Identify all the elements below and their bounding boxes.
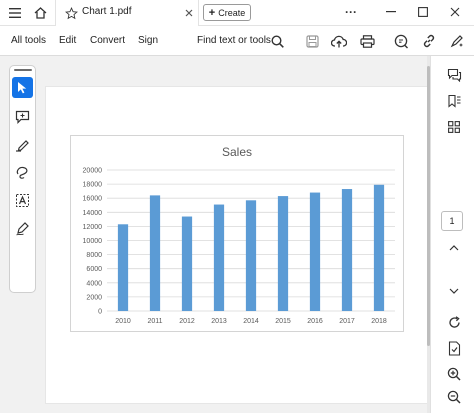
rotate-refresh-icon[interactable] — [445, 313, 463, 331]
document-tab-title: Chart 1.pdf — [82, 6, 132, 17]
acrobat-window: Chart 1.pdf + Create ··· All tools Edit … — [0, 0, 474, 413]
bar-2018 — [373, 184, 385, 311]
menu-edit[interactable]: Edit — [59, 35, 76, 46]
y-tick-label: 10000 — [83, 238, 103, 245]
page-thumbnails-icon[interactable] — [445, 118, 463, 136]
menu-sign[interactable]: Sign — [138, 35, 158, 46]
sales-bar-chart: Sales 0 2000 4000 6000 8000 10000 12000 14000 16… — [83, 145, 395, 325]
page-number-input[interactable]: 1 — [441, 211, 463, 231]
next-page-icon[interactable] — [445, 282, 463, 300]
zoom-out-icon[interactable] — [445, 388, 463, 406]
hamburger-menu-icon[interactable] — [6, 4, 24, 22]
select-tool-button[interactable] — [12, 77, 33, 98]
y-tick-label: 16000 — [83, 196, 103, 203]
y-tick-label: 8000 — [86, 252, 102, 259]
x-tick-label: 2013 — [211, 318, 227, 325]
x-tick-label: 2014 — [243, 318, 259, 325]
menu-convert[interactable]: Convert — [90, 35, 125, 46]
draw-freeform-icon[interactable] — [12, 162, 33, 183]
x-tick-label: 2017 — [339, 318, 355, 325]
previous-page-icon[interactable] — [445, 239, 463, 257]
drag-handle-icon[interactable] — [14, 69, 32, 71]
link-icon[interactable] — [420, 32, 438, 50]
minimize-icon[interactable] — [380, 3, 402, 21]
zoom-in-icon[interactable] — [445, 365, 463, 383]
left-tool-rail — [0, 56, 44, 413]
x-tick-label: 2015 — [275, 318, 291, 325]
chart-container: Sales 0 2000 4000 6000 8000 10000 12000 14000 16… — [70, 135, 404, 332]
page-scan-icon[interactable] — [445, 339, 463, 357]
comments-panel-icon[interactable] — [445, 66, 463, 84]
bookmarks-panel-icon[interactable] — [445, 92, 463, 110]
save-icon[interactable] — [303, 32, 321, 50]
star-icon[interactable] — [62, 4, 80, 22]
chart-title: Sales — [222, 145, 252, 159]
bar-2011 — [149, 195, 161, 311]
add-comment-icon[interactable] — [12, 106, 33, 127]
cloud-upload-icon[interactable] — [330, 32, 348, 50]
create-button-label: Create — [218, 7, 246, 18]
quick-tools-panel — [9, 65, 36, 293]
x-tick-label: 2012 — [179, 318, 195, 325]
comment-search-icon[interactable] — [392, 32, 410, 50]
bar-2012 — [181, 216, 193, 311]
close-tab-icon[interactable] — [182, 4, 196, 22]
bar-2017 — [341, 189, 353, 311]
y-tick-label: 0 — [98, 309, 102, 316]
x-tick-label: 2011 — [147, 318, 162, 325]
bar-2016 — [309, 192, 321, 311]
add-text-icon[interactable] — [12, 190, 33, 211]
y-tick-label: 12000 — [83, 224, 103, 231]
main-toolbar: All tools Edit Convert Sign Find text or… — [0, 26, 474, 56]
bar-2013 — [213, 204, 225, 311]
more-options-icon[interactable]: ··· — [340, 3, 362, 21]
create-button[interactable]: + Create — [203, 4, 251, 21]
document-tab[interactable]: Chart 1.pdf — [55, 0, 199, 26]
bar-2014 — [245, 200, 257, 311]
x-tick-label: 2018 — [371, 318, 387, 325]
x-tick-label: 2016 — [307, 318, 323, 325]
bar-2010 — [117, 224, 129, 311]
title-bar: Chart 1.pdf + Create ··· — [0, 0, 474, 26]
y-tick-label: 18000 — [83, 182, 103, 189]
highlight-pen-icon[interactable] — [12, 134, 33, 155]
y-tick-label: 20000 — [83, 168, 103, 175]
search-icon[interactable] — [268, 32, 286, 50]
home-icon[interactable] — [31, 4, 49, 22]
right-rail: 1 — [430, 56, 474, 413]
menu-all-tools[interactable]: All tools — [11, 35, 46, 46]
maximize-icon[interactable] — [412, 3, 434, 21]
find-text-or-tools[interactable]: Find text or tools — [197, 35, 271, 46]
sign-pen-icon[interactable] — [12, 218, 33, 239]
print-icon[interactable] — [358, 32, 376, 50]
close-window-icon[interactable] — [444, 3, 466, 21]
plus-icon: + — [208, 6, 216, 19]
ai-assistant-icon[interactable] — [448, 32, 466, 50]
y-tick-label: 6000 — [86, 266, 102, 273]
y-tick-label: 2000 — [86, 294, 102, 301]
y-tick-label: 4000 — [86, 280, 102, 287]
bar-2015 — [277, 196, 289, 311]
y-tick-label: 14000 — [83, 210, 103, 217]
x-tick-label: 2010 — [115, 318, 131, 325]
